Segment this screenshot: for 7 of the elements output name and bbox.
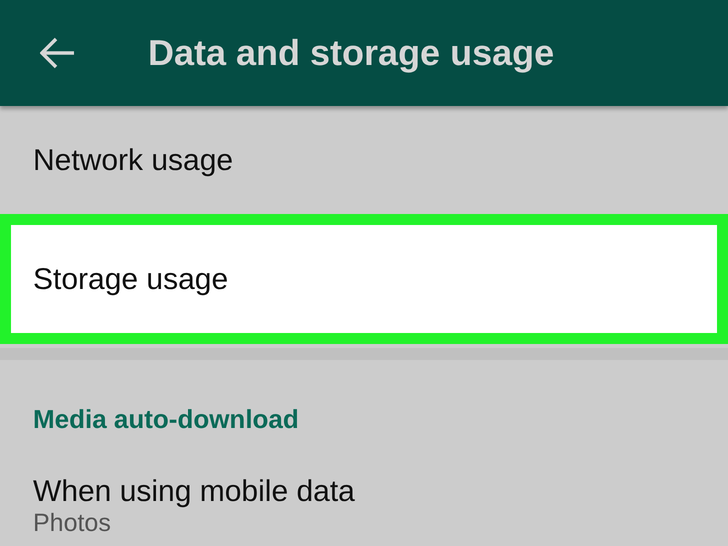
setting-label[interactable]: When using mobile data xyxy=(0,439,728,510)
back-button[interactable] xyxy=(40,37,76,69)
settings-item[interactable]: Storage usage xyxy=(0,214,728,344)
settings-item[interactable]: Network usage xyxy=(0,106,728,214)
screen-title: Data and storage usage xyxy=(148,31,554,75)
section-header: Media auto-download xyxy=(32,403,300,436)
setting-summary: Photos xyxy=(32,510,112,537)
